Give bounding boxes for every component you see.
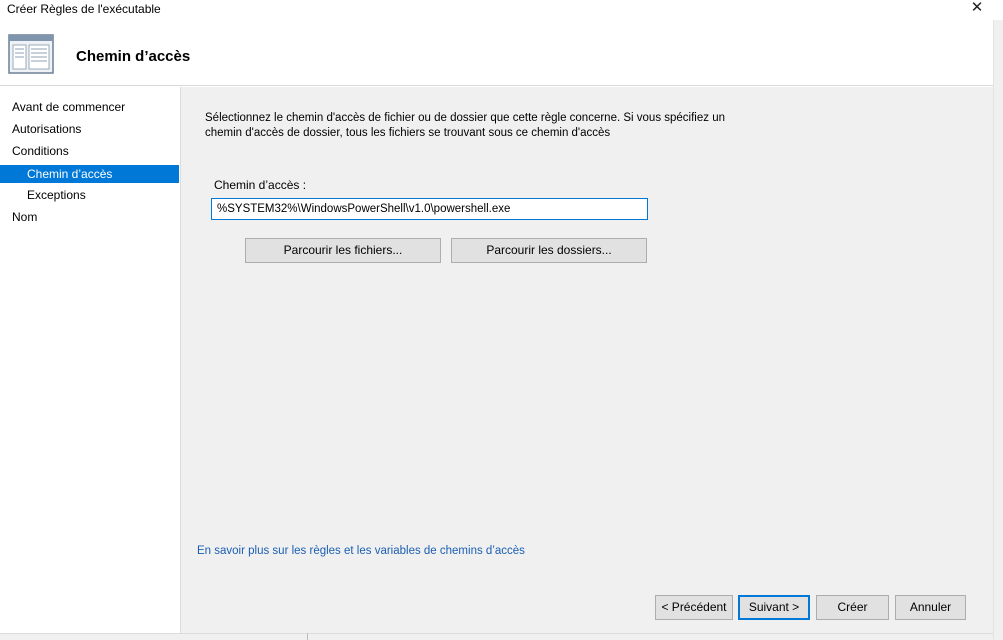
browse-folders-button[interactable]: Parcourir les dossiers...	[451, 238, 647, 263]
bottom-strip	[0, 633, 993, 640]
sidebar-item-avant-de-commencer[interactable]: Avant de commencer	[0, 98, 179, 116]
wizard-sidebar: Avant de commencer Autorisations Conditi…	[0, 87, 180, 633]
next-button[interactable]: Suivant >	[738, 595, 810, 620]
help-link[interactable]: En savoir plus sur les règles et les var…	[197, 545, 525, 557]
create-button[interactable]: Créer	[816, 595, 889, 620]
browse-files-button[interactable]: Parcourir les fichiers...	[245, 238, 441, 263]
title-bar: Créer Règles de l'exécutable ✕	[0, 0, 1003, 20]
previous-button[interactable]: < Précédent	[655, 595, 733, 620]
window-title: Créer Règles de l'exécutable	[7, 2, 161, 16]
cancel-button[interactable]: Annuler	[895, 595, 966, 620]
sidebar-item-conditions[interactable]: Conditions	[0, 142, 179, 160]
sidebar-item-nom[interactable]: Nom	[0, 208, 179, 226]
right-edge	[993, 20, 1003, 640]
bottom-divider	[307, 633, 308, 640]
description-text: Sélectionnez le chemin d'accès de fichie…	[205, 112, 725, 139]
main-panel: Sélectionnez le chemin d'accès de fichie…	[180, 87, 993, 633]
sidebar-item-chemin-acces[interactable]: Chemin d’accès	[0, 165, 179, 183]
page-title: Chemin d’accès	[76, 48, 191, 65]
close-icon: ✕	[970, 0, 984, 16]
path-input[interactable]	[211, 198, 648, 220]
wizard-window: Créer Règles de l'exécutable ✕ Chemin d’…	[0, 0, 1003, 640]
wizard-window-icon	[8, 34, 54, 74]
sidebar-item-autorisations[interactable]: Autorisations	[0, 120, 179, 138]
sidebar-item-exceptions[interactable]: Exceptions	[0, 186, 179, 204]
wizard-header: Chemin d’accès	[0, 20, 993, 86]
close-button[interactable]: ✕	[965, 0, 989, 18]
path-label: Chemin d’accès :	[214, 178, 307, 192]
